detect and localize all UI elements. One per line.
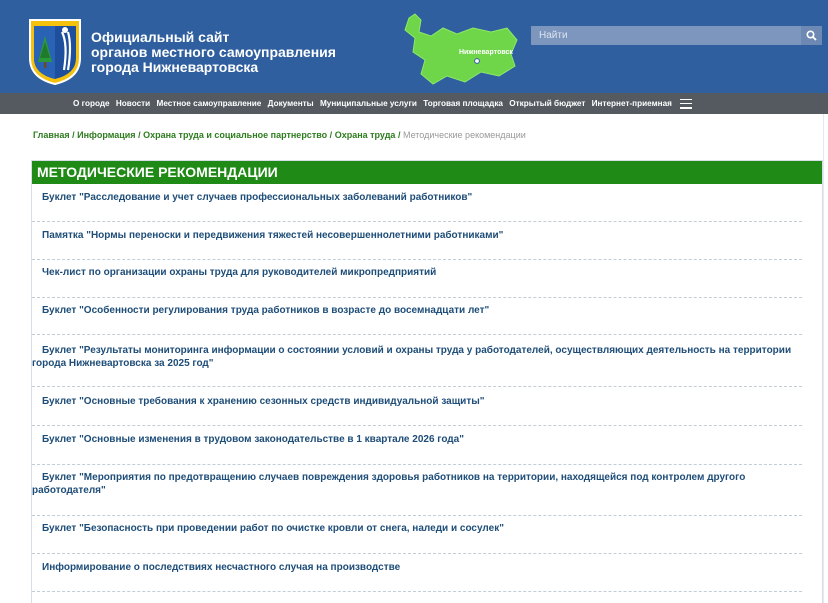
site-title-line: города Нижневартовска (91, 59, 259, 75)
content-panel: МЕТОДИЧЕСКИЕ РЕКОМЕНДАЦИИ Буклет "Рассле… (31, 160, 823, 603)
nav-item-local-government[interactable]: Местное самоуправление (157, 99, 262, 108)
page-title: МЕТОДИЧЕСКИЕ РЕКОМЕНДАЦИИ (32, 161, 822, 184)
site-header: Официальный сайт органов местного самоуп… (0, 0, 828, 93)
list-item[interactable]: Чек-лист по организации охраны труда для… (32, 266, 812, 279)
main-nav: О городе Новости Местное самоуправление … (0, 93, 828, 114)
list-item[interactable]: Буклет "Основные требования к хранению с… (32, 395, 812, 408)
list-item[interactable]: Буклет "Безопасность при проведении рабо… (32, 522, 812, 535)
nav-item-news[interactable]: Новости (116, 99, 150, 108)
list-item[interactable]: Буклет "Расследование и учет случаев про… (32, 191, 812, 204)
list-item[interactable]: Буклет "Результаты мониторинга информаци… (32, 344, 802, 370)
breadcrumb-labor-protection[interactable]: Охрана труда (335, 130, 396, 140)
site-title-line: органов местного самоуправления (91, 44, 336, 60)
nav-item-open-budget[interactable]: Открытый бюджет (509, 99, 585, 108)
divider (32, 591, 802, 592)
list-item[interactable]: Буклет "Основные изменения в трудовом за… (32, 433, 812, 446)
page-border (823, 114, 824, 603)
divider (32, 464, 802, 465)
divider (32, 553, 802, 554)
divider (32, 515, 802, 516)
divider (32, 334, 802, 335)
hamburger-icon[interactable] (680, 98, 693, 109)
divider (32, 425, 802, 426)
divider (32, 259, 802, 260)
nav-item-documents[interactable]: Документы (268, 99, 314, 108)
breadcrumb-separator: / (72, 130, 75, 140)
divider (32, 297, 802, 298)
search-input[interactable] (531, 26, 801, 45)
breadcrumb-home[interactable]: Главная (33, 130, 70, 140)
breadcrumb: Главная / Информация / Охрана труда и со… (33, 130, 526, 140)
breadcrumb-current: Методические рекомендации (402, 130, 526, 140)
search-icon (806, 30, 817, 41)
site-title[interactable]: Официальный сайт органов местного самоуп… (91, 30, 391, 75)
divider (32, 386, 802, 387)
region-map[interactable]: Нижневартовск (395, 10, 523, 90)
nav-item-about-city[interactable]: О городе (73, 99, 110, 108)
nav-item-trading-platform[interactable]: Торговая площадка (423, 99, 503, 108)
list-item[interactable]: Буклет "Мероприятия по предотвращению сл… (32, 471, 802, 497)
breadcrumb-separator: / (397, 130, 401, 140)
divider (32, 221, 802, 222)
breadcrumb-labor-protection-partnership[interactable]: Охрана труда и социальное партнерство (143, 130, 327, 140)
breadcrumb-separator: / (329, 130, 333, 140)
coat-of-arms-icon[interactable] (28, 18, 82, 86)
breadcrumb-information[interactable]: Информация (77, 130, 135, 140)
site-title-line: Официальный сайт (91, 29, 230, 45)
breadcrumb-separator: / (138, 130, 141, 140)
nav-item-internet-reception[interactable]: Интернет-приемная (592, 99, 672, 108)
list-item[interactable]: Информирование о последствиях несчастног… (32, 561, 812, 574)
search-button[interactable] (801, 26, 822, 45)
map-city-label: Нижневартовск (459, 49, 513, 56)
list-item[interactable]: Буклет "Особенности регулирования труда … (32, 304, 812, 317)
list-item[interactable]: Памятка "Нормы переноски и передвижения … (32, 229, 812, 242)
city-marker-icon (474, 58, 480, 64)
nav-item-municipal-services[interactable]: Муниципальные услуги (320, 99, 417, 108)
